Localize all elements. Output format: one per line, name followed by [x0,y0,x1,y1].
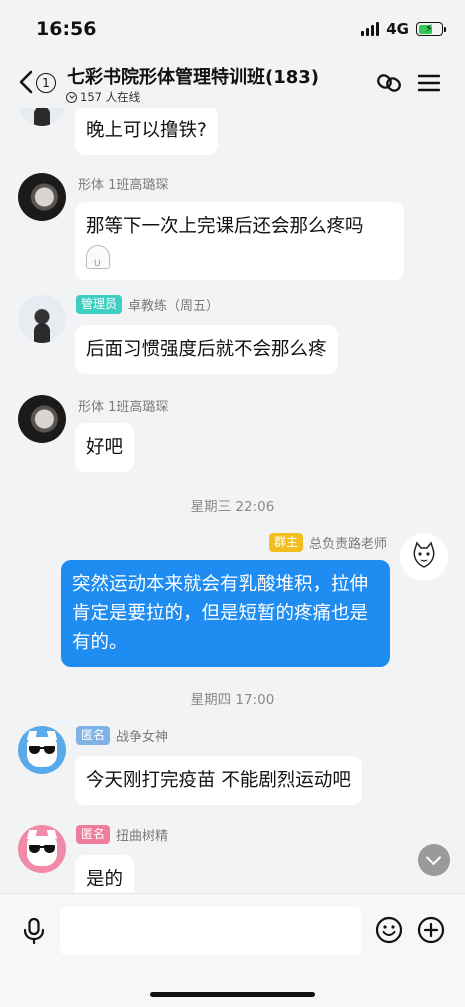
online-count-label: 157 人在线 [80,90,141,104]
message-text: 那等下一次上完课后还会那么疼吗 [86,216,364,237]
message-bubble[interactable]: 晚上可以撸铁? [75,108,218,155]
unread-count-badge[interactable]: 1 [36,73,56,93]
avatar[interactable] [400,533,448,581]
sender-name-label: 总负责路老师 [308,537,387,552]
online-count[interactable]: 157 人在线 [66,89,140,105]
battery-icon: ⚡ [416,22,446,36]
message-bubble[interactable]: 好吧 [75,423,135,472]
back-arrow-icon[interactable] [16,68,36,96]
signal-icon [361,22,380,36]
chat-header: 1 七彩书院形体管理特训班(183) 157 人在线 [0,54,465,108]
input-bar [0,893,465,1007]
admin-badge: 管理员 [76,295,123,314]
ghost-emoji-icon [86,245,110,279]
sender-name-label: 形体 1班高璐琛 [78,400,169,415]
emoji-icon[interactable] [375,916,403,944]
link-icon[interactable] [375,69,403,97]
sender-name: 形体 1班高璐琛 [78,174,168,193]
message-bubble[interactable]: 那等下一次上完课后还会那么疼吗 [75,202,404,280]
menu-icon[interactable] [415,69,443,97]
timestamp: 星期四 17:00 [190,692,275,708]
avatar[interactable] [18,395,66,443]
sender-name-label: 战争女神 [116,730,169,745]
avatar[interactable] [18,108,66,126]
sender-name: 管理员 卓教练（周五） [76,295,219,314]
avatar[interactable] [18,295,66,343]
anonymous-badge: 匿名 [76,825,111,844]
sender-name: 群主 总负责路老师 [268,533,387,552]
home-indicator [150,992,315,997]
message-bubble[interactable]: 是的 [75,855,135,893]
timestamp: 星期三 22:06 [190,499,275,515]
anonymous-avatar[interactable] [18,726,66,774]
anonymous-badge: 匿名 [76,726,111,745]
sender-name: 形体 1班高璐琛 [78,396,168,415]
sender-name: 匿名 战争女神 [76,726,168,745]
message-input[interactable] [60,907,362,955]
status-bar: 16:56 4G ⚡ [0,0,465,54]
my-message-bubble[interactable]: 突然运动本来就会有乳酸堆积，拉伸肯定是要拉的，但是短暂的疼痛也是有的。 [61,560,390,667]
chat-messages[interactable]: 晚上可以撸铁? 形体 1班高璐琛 那等下一次上完课后还会那么疼吗 管理员 卓教练… [0,108,465,893]
page-title: 七彩书院形体管理特训班(183) [67,67,320,88]
sender-name: 匿名 扭曲树精 [76,825,168,844]
voice-icon[interactable] [21,917,47,945]
status-time: 16:56 [36,18,97,40]
chevron-down-icon [66,91,77,103]
message-bubble[interactable]: 今天刚打完疫苗 不能剧烈运动吧 [75,756,362,805]
sender-name-label: 卓教练（周五） [128,299,220,314]
sender-name-label: 扭曲树精 [116,829,169,844]
avatar[interactable] [18,173,66,221]
scroll-down-icon[interactable] [418,844,450,876]
network-type: 4G [386,20,409,38]
anonymous-avatar[interactable] [18,825,66,873]
sender-name-label: 形体 1班高璐琛 [78,178,169,193]
status-right: 4G ⚡ [361,20,446,38]
message-bubble[interactable]: 后面习惯强度后就不会那么疼 [75,325,338,374]
plus-icon[interactable] [417,916,445,944]
owner-badge: 群主 [268,533,303,552]
